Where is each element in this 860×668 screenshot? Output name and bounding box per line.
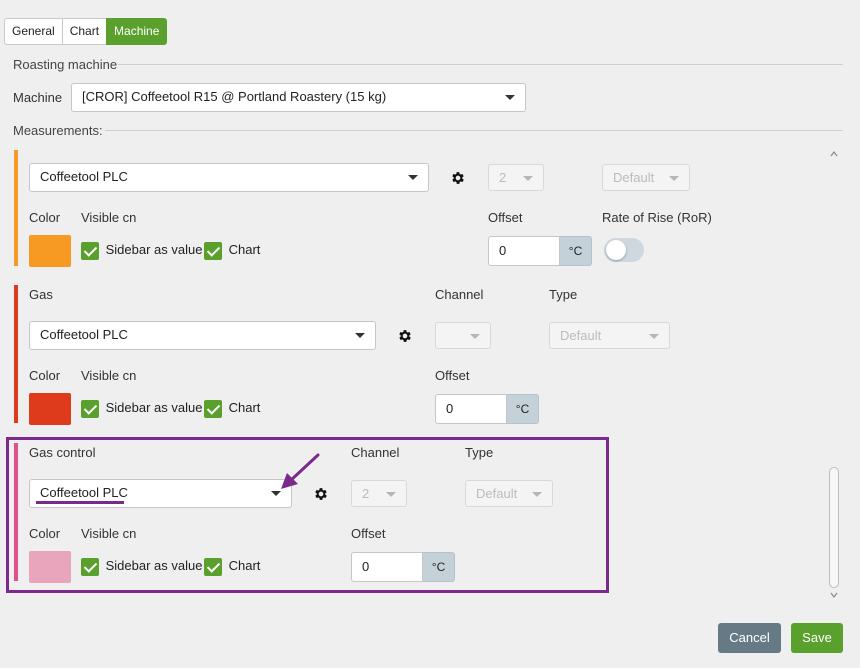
chevron-down-icon (470, 334, 480, 339)
check-icon[interactable] (81, 400, 99, 418)
source-value: Coffeetool PLC (40, 169, 128, 184)
machine-label: Machine (13, 90, 63, 105)
color-swatch[interactable] (29, 551, 71, 583)
gear-icon[interactable] (397, 328, 413, 344)
chart-checkbox-row[interactable]: Chart (204, 558, 260, 576)
measurement-color-bar (14, 285, 18, 423)
scroll-down-icon[interactable] (830, 590, 838, 600)
tab-chart[interactable]: Chart (61, 18, 108, 45)
visible-on-label: Visible cn (81, 210, 137, 225)
offset-label: Offset (351, 526, 386, 541)
color-swatch[interactable] (29, 235, 71, 267)
color-label: Color (29, 526, 61, 541)
tab-bar: General Chart Machine (4, 18, 168, 45)
scrollbar[interactable] (828, 149, 840, 603)
type-label: Type (549, 287, 578, 302)
chart-checkbox-row[interactable]: Chart (204, 400, 260, 418)
chart-checkbox-label: Chart (228, 400, 261, 416)
source-value: Coffeetool PLC (40, 327, 128, 342)
type-label: Type (465, 445, 494, 460)
gear-icon[interactable] (450, 170, 466, 186)
unit-label: °C (560, 236, 592, 266)
chevron-down-icon (355, 333, 365, 338)
offset-input[interactable]: 0 (351, 552, 423, 582)
type-select[interactable]: Default (549, 322, 670, 349)
measurement-source-select[interactable]: Coffeetool PLC (29, 321, 376, 350)
save-button[interactable]: Save (791, 623, 843, 653)
chart-checkbox-label: Chart (228, 242, 261, 258)
sidebar-checkbox-label: Sidebar as value (105, 558, 203, 574)
channel-value: 2 (499, 170, 507, 185)
sidebar-checkbox-row[interactable]: Sidebar as value (81, 400, 202, 418)
section-divider (105, 130, 843, 131)
chevron-down-icon (505, 95, 515, 100)
measurement-name: Gas (29, 287, 53, 302)
channel-label: Channel (351, 445, 400, 460)
unit-label: °C (423, 552, 455, 582)
type-value: Default (560, 328, 602, 343)
chevron-down-icon (649, 334, 659, 339)
offset-label: Offset (488, 210, 523, 225)
gear-icon[interactable] (313, 486, 329, 502)
sidebar-checkbox-row[interactable]: Sidebar as value (81, 242, 202, 260)
channel-select[interactable]: 2 (488, 164, 544, 191)
scroll-up-icon[interactable] (830, 149, 838, 159)
offset-input[interactable]: 0 (488, 236, 560, 266)
roasting-machine-title: Roasting machine (13, 57, 118, 72)
check-icon[interactable] (204, 400, 222, 418)
section-divider (118, 64, 843, 65)
offset-input[interactable]: 0 (435, 394, 507, 424)
chevron-down-icon (408, 175, 418, 180)
tab-machine[interactable]: Machine (106, 18, 168, 45)
sidebar-checkbox-row[interactable]: Sidebar as value (81, 558, 202, 576)
channel-label: Channel (435, 287, 484, 302)
chevron-down-icon (523, 176, 533, 181)
channel-select[interactable]: 2 (351, 480, 407, 507)
ror-label: Rate of Rise (RoR) (602, 210, 712, 225)
ror-toggle[interactable] (604, 238, 644, 262)
check-icon[interactable] (81, 242, 99, 260)
visible-on-label: Visible cn (81, 368, 137, 383)
measurement-color-bar (14, 443, 18, 581)
toggle-knob (606, 240, 626, 260)
chart-checkbox-row[interactable]: Chart (204, 242, 260, 260)
visible-on-label: Visible cn (81, 526, 137, 541)
tab-general[interactable]: General (4, 18, 63, 45)
cancel-button[interactable]: Cancel (718, 623, 781, 653)
check-icon[interactable] (204, 558, 222, 576)
scrollbar-thumb[interactable] (829, 467, 839, 588)
measurements-title: Measurements: (13, 123, 103, 138)
sidebar-checkbox-label: Sidebar as value (105, 242, 203, 258)
chart-checkbox-label: Chart (228, 558, 261, 574)
color-label: Color (29, 210, 61, 225)
measurement-name: Gas control (29, 445, 96, 460)
channel-value: 2 (362, 486, 370, 501)
type-value: Default (476, 486, 518, 501)
color-swatch[interactable] (29, 393, 71, 425)
measurement-source-select[interactable]: Coffeetool PLC (29, 163, 429, 192)
measurement-color-bar (14, 150, 18, 266)
machine-select-value: [CROR] Coffeetool R15 @ Portland Roaster… (82, 89, 387, 104)
chevron-down-icon (386, 492, 396, 497)
machine-select[interactable]: [CROR] Coffeetool R15 @ Portland Roaster… (71, 83, 526, 112)
underline-annotation (36, 501, 124, 504)
type-value: Default (613, 170, 655, 185)
type-select[interactable]: Default (602, 164, 690, 191)
channel-select[interactable] (435, 322, 491, 349)
check-icon[interactable] (204, 242, 222, 260)
type-select[interactable]: Default (465, 480, 553, 507)
color-label: Color (29, 368, 61, 383)
chevron-down-icon (669, 176, 679, 181)
offset-label: Offset (435, 368, 470, 383)
source-value: Coffeetool PLC (40, 485, 128, 500)
sidebar-checkbox-label: Sidebar as value (105, 400, 203, 416)
unit-label: °C (507, 394, 539, 424)
chevron-down-icon (532, 492, 542, 497)
check-icon[interactable] (81, 558, 99, 576)
